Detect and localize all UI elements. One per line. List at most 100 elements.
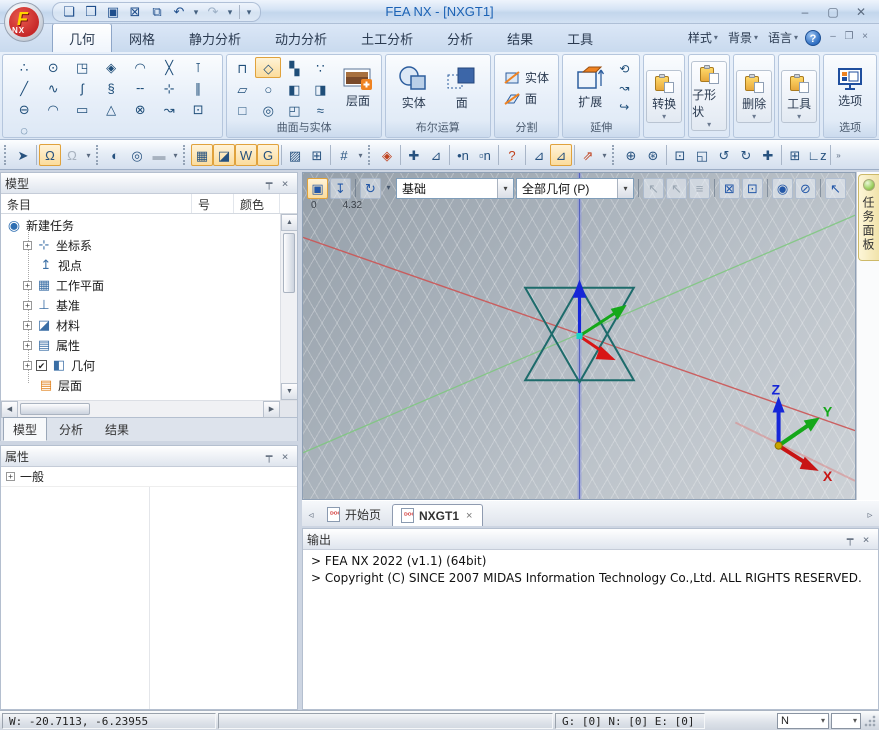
- tree-item-work-plane[interactable]: + ▦ 工作平面: [1, 275, 280, 295]
- polygon-icon[interactable]: △: [97, 98, 126, 119]
- overflow-icon[interactable]: ▾: [83, 144, 94, 166]
- group-curve-icon[interactable]: ⊡: [184, 98, 213, 119]
- grid-settings-icon[interactable]: ⊞: [306, 144, 328, 166]
- scrollbar-thumb[interactable]: [283, 233, 295, 293]
- panel-tab-model[interactable]: 模型: [3, 417, 48, 441]
- display-mode-icon[interactable]: ◐: [104, 144, 126, 166]
- select-list-icon[interactable]: ≡: [689, 177, 710, 199]
- scroll-down-icon[interactable]: ▼: [281, 383, 297, 400]
- circle-3pt-icon[interactable]: ◳: [68, 56, 97, 77]
- qat-customize-icon[interactable]: ▾: [244, 3, 254, 21]
- tab-start-page[interactable]: DOC 开始页: [318, 502, 392, 526]
- column-number[interactable]: 号: [192, 194, 234, 213]
- app-logo[interactable]: F NX: [4, 2, 44, 42]
- fit-view-icon[interactable]: ↧: [330, 177, 351, 199]
- redo-list-icon[interactable]: ▾: [225, 3, 235, 21]
- zoom-in-out-icon[interactable]: ◱: [691, 144, 713, 166]
- lock-model-icon[interactable]: Ω: [39, 143, 61, 166]
- task-panel-tab[interactable]: 任务面板: [857, 174, 879, 261]
- pin-icon[interactable]: ┯: [842, 533, 858, 546]
- pick-icon[interactable]: ↖: [825, 177, 846, 199]
- coord-graph-icon[interactable]: ⊿: [425, 144, 447, 166]
- overflow-icon[interactable]: ▾: [170, 144, 181, 166]
- undo-icon[interactable]: ↶: [169, 3, 189, 21]
- tree-item-coordinate-system[interactable]: + ⊹ 坐标系: [1, 235, 280, 255]
- torus-icon[interactable]: ◎: [255, 99, 281, 120]
- output-console[interactable]: > FEA NX 2022 (v1.1) (64bit) > Copyright …: [303, 550, 878, 709]
- intersect-curve-icon[interactable]: ╳: [155, 56, 184, 77]
- toolbar-grip[interactable]: [4, 144, 8, 165]
- ribbon-tab-analysis[interactable]: 分析: [430, 23, 490, 52]
- solid-cut-icon[interactable]: ◰: [281, 99, 307, 120]
- menu-style[interactable]: 样式 ▾: [685, 27, 721, 48]
- pan-icon[interactable]: ✚: [757, 144, 779, 166]
- node-number-icon[interactable]: •n: [452, 144, 474, 166]
- scroll-right-icon[interactable]: ▶: [263, 401, 280, 418]
- expand-icon[interactable]: +: [23, 340, 32, 350]
- expand-button[interactable]: 扩展: [568, 63, 612, 113]
- boolean-solid-button[interactable]: 实体: [390, 62, 438, 114]
- unit-combo[interactable]: N ▾: [777, 712, 829, 729]
- column-color[interactable]: 颜色: [234, 194, 280, 213]
- show-free-edge-icon[interactable]: ⊿: [528, 144, 550, 166]
- point-icon[interactable]: ∴: [10, 56, 39, 77]
- zoom-dynamic-icon[interactable]: ⊡: [669, 144, 691, 166]
- tab-close-icon[interactable]: ×: [466, 510, 472, 522]
- expand-icon[interactable]: +: [23, 240, 32, 250]
- toolbar-grip[interactable]: [368, 144, 372, 165]
- overflow-icon[interactable]: ▾: [355, 144, 366, 166]
- trim-curve-icon[interactable]: ∥: [184, 77, 213, 98]
- tab-nxgt1[interactable]: DOC NXGT1 ×: [392, 504, 484, 526]
- arc-icon[interactable]: ◠: [39, 98, 68, 119]
- redo-icon[interactable]: ↷: [203, 3, 223, 21]
- ribbon-tab-mesh[interactable]: 网格: [112, 23, 172, 52]
- break-curve-icon[interactable]: ◌: [10, 119, 39, 137]
- secondary-unit-combo[interactable]: ▾: [831, 712, 861, 729]
- ribbon-tab-results[interactable]: 结果: [490, 23, 550, 52]
- new-file-icon[interactable]: ❏: [59, 3, 79, 21]
- snap-grid-icon[interactable]: ▨: [284, 144, 306, 166]
- tree-item-datum[interactable]: + ⊥ 基准: [1, 295, 280, 315]
- ribbon-tab-geometry[interactable]: 几何: [52, 23, 113, 52]
- coil-icon[interactable]: §: [97, 77, 126, 98]
- selection-filter-combo[interactable]: 全部几何 (P) ▾: [516, 177, 634, 199]
- grid-toggle-icon[interactable]: ▦: [191, 143, 213, 166]
- fillet-icon[interactable]: ◠: [126, 56, 155, 77]
- rotate-cw-icon[interactable]: ↻: [735, 144, 757, 166]
- dropdown-button[interactable]: 删除 ▾: [736, 69, 773, 123]
- close-icon[interactable]: ×: [858, 533, 874, 546]
- close-all-files-icon[interactable]: ⧉: [147, 3, 167, 21]
- tree-item-material[interactable]: + ◪ 材料: [1, 315, 280, 335]
- merge-curve-icon[interactable]: ⊖: [10, 98, 39, 119]
- expand-icon[interactable]: +: [23, 300, 32, 310]
- select-edge-icon[interactable]: ↖: [666, 177, 687, 199]
- checkbox[interactable]: ✔: [36, 359, 47, 371]
- view-orient-icon[interactable]: ∟z: [806, 144, 828, 166]
- horizontal-scrollbar[interactable]: ◀ ▶: [1, 400, 297, 418]
- column-item[interactable]: 条目: [1, 194, 192, 213]
- scrollbar-thumb[interactable]: [20, 403, 90, 415]
- expand-icon[interactable]: +: [23, 320, 32, 330]
- cylinder-icon[interactable]: ⊓: [229, 57, 255, 78]
- element-number-icon[interactable]: ▫n: [474, 144, 496, 166]
- dropdown-button[interactable]: 子形状 ▾: [691, 61, 728, 131]
- zoom-window-icon[interactable]: ⊕: [620, 144, 642, 166]
- ribbon-tab-tools[interactable]: 工具: [550, 23, 610, 52]
- tree-item-property[interactable]: + ▤ 属性: [1, 335, 280, 355]
- extend-curve-icon[interactable]: ↝: [155, 98, 184, 119]
- record-view-icon[interactable]: ▬: [148, 144, 170, 166]
- gcs-toggle-icon[interactable]: G: [257, 143, 279, 166]
- ribbon-tab-geotechnical-analysis[interactable]: 土工分析: [344, 23, 430, 52]
- close-icon[interactable]: ×: [277, 450, 293, 463]
- loft-icon[interactable]: ↪: [614, 98, 634, 116]
- ellipse-icon[interactable]: ⊗: [126, 98, 155, 119]
- render-mode-icon[interactable]: ▣: [307, 177, 328, 199]
- viewports-icon[interactable]: ⊞: [784, 144, 806, 166]
- menu-language[interactable]: 语言 ▾: [765, 27, 801, 48]
- scroll-up-icon[interactable]: ▲: [281, 214, 297, 231]
- sync-views-icon[interactable]: ◎: [126, 144, 148, 166]
- viewport-3d[interactable]: Z Y X ▣ ↧ ↻ ▾ 基础 ▾ 全部几何 (P) ▾ ↖ ↖ ≡ ⊠ ⊡ …: [302, 172, 856, 500]
- close-button[interactable]: ✕: [847, 3, 875, 21]
- measure-distance-icon[interactable]: ⇗: [577, 144, 599, 166]
- shell-icon[interactable]: ◨: [307, 78, 333, 99]
